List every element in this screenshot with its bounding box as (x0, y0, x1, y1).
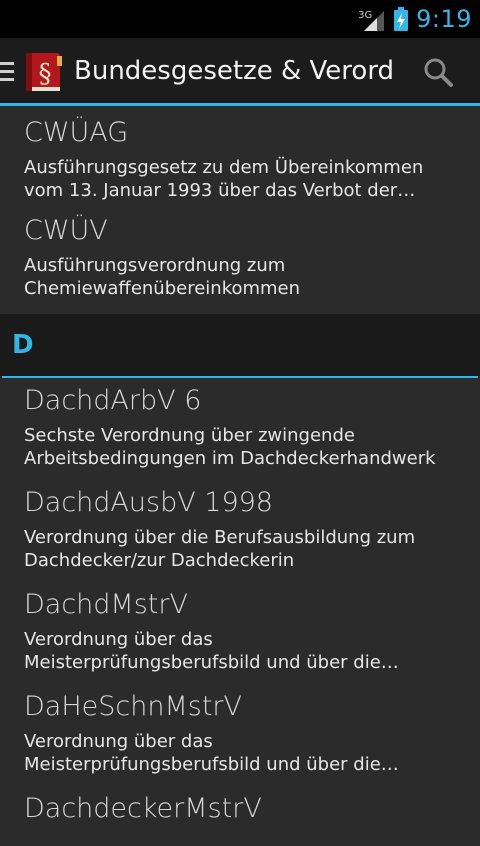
item-description-line: Ausführungsgesetz zu dem Übereinkommen (24, 157, 424, 178)
battery-icon (394, 7, 409, 31)
status-icons: 3G 9:19 (358, 0, 472, 38)
item-title: CWÜV (24, 215, 108, 246)
status-clock: 9:19 (416, 5, 472, 33)
item-description-line: Meisterprüfungsberufsbild und über die… (24, 754, 399, 775)
list-item-cwuev[interactable]: CWÜV Ausführungsverordnung zum Chemiewaf… (0, 206, 480, 314)
item-title: DachdMstrV (24, 589, 188, 620)
item-title: DachdeckerMstrV (24, 793, 262, 824)
item-description-line: Verordnung über das (24, 629, 213, 650)
signal-icon: 3G (358, 7, 386, 31)
list-item-daheschnmstrv[interactable]: DaHeSchnMstrV Verordnung über das Meiste… (0, 684, 480, 786)
list-item-cwuag[interactable]: CWÜAG Ausführungsgesetz zu dem Übereinko… (0, 106, 480, 206)
status-bar: 3G 9:19 (0, 0, 480, 38)
item-description-line: Meisterprüfungsberufsbild und über die… (24, 652, 399, 673)
list-item-dachdarbv[interactable]: DachdArbV 6 Sechste Verordnung über zwin… (0, 378, 480, 480)
item-description-line: Chemiewaffenübereinkommen (24, 278, 301, 299)
list-item-dachdmstrv[interactable]: DachdMstrV Verordnung über das Meisterpr… (0, 582, 480, 684)
item-description-line: Arbeitsbedingungen im Dachdeckerhandwerk (24, 448, 436, 469)
item-description-line: Verordnung über die Berufsausbildung zum (24, 527, 416, 548)
section-letter: D (12, 330, 34, 360)
item-description-line: Sechste Verordnung über zwingende (24, 425, 355, 446)
item-description-line: vom 13. Januar 1993 über das Verbot der… (24, 180, 416, 201)
app-title: Bundesgesetze & Verord… (74, 56, 394, 86)
item-title: DachdAusbV 1998 (24, 487, 273, 518)
network-type: 3G (358, 10, 373, 21)
item-title: DachdArbV 6 (24, 385, 202, 416)
svg-text:§: § (39, 59, 52, 89)
search-icon[interactable] (422, 56, 456, 90)
item-title: DaHeSchnMstrV (24, 691, 242, 722)
list-item-partial[interactable]: DachdeckerMstrV (0, 786, 480, 846)
item-description-line: Dachdecker/zur Dachdeckerin (24, 550, 295, 571)
section-header-d: D (0, 314, 480, 378)
law-list: CWÜAG Ausführungsgesetz zu dem Übereinko… (0, 106, 480, 846)
item-description-line: Ausführungsverordnung zum (24, 255, 286, 276)
action-bar: § Bundesgesetze & Verord… (0, 38, 480, 106)
item-description-line: Verordnung über das (24, 731, 213, 752)
list-item-dachdausbv[interactable]: DachdAusbV 1998 Verordnung über die Beru… (0, 480, 480, 582)
item-title: CWÜAG (24, 117, 129, 148)
law-book-icon[interactable]: § (22, 50, 66, 94)
menu-icon[interactable] (0, 62, 14, 84)
